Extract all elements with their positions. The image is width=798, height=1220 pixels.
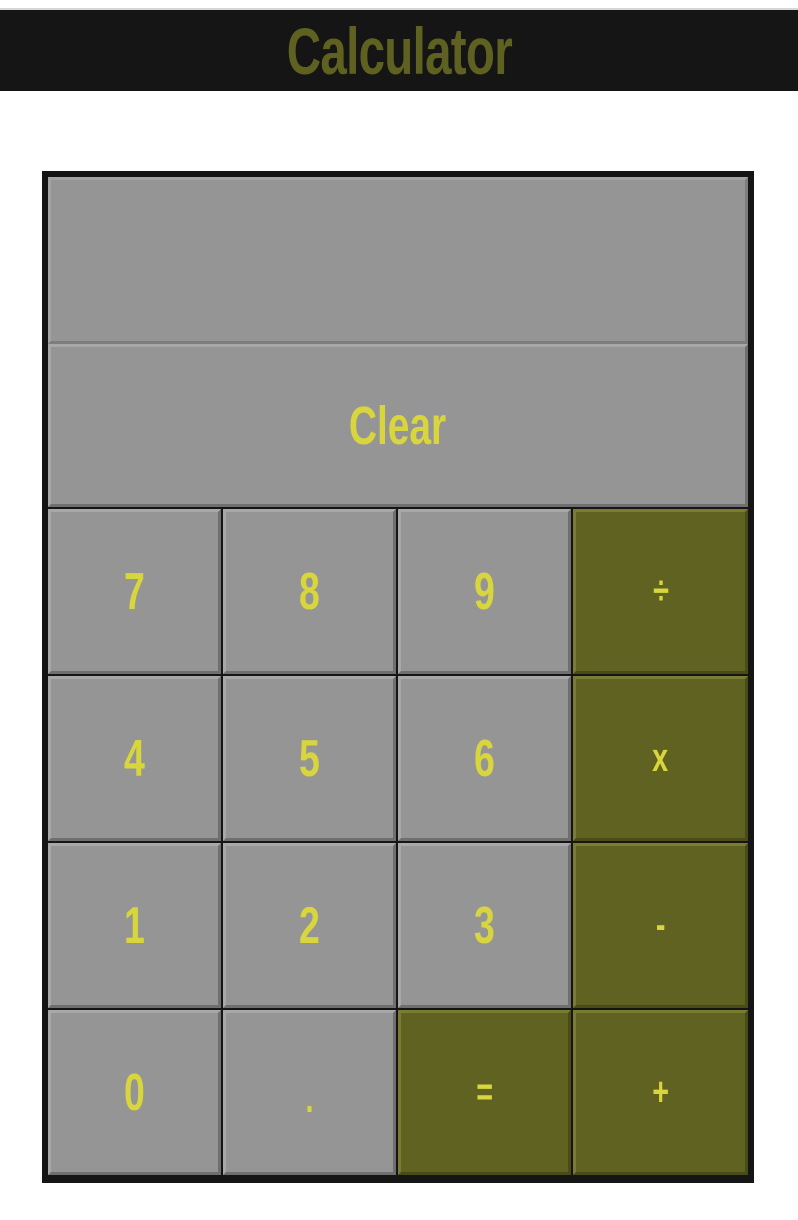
calculator: Clear 7 8 9 ÷ 4 5 6 x 1 2 3 - 0 . = + — [42, 171, 754, 1183]
digit-1-button[interactable]: 1 — [48, 843, 221, 1008]
digit-0-button[interactable]: 0 — [48, 1010, 221, 1175]
digit-4-label: 4 — [124, 729, 145, 788]
digit-8-label: 8 — [299, 562, 320, 621]
add-button[interactable]: + — [573, 1010, 748, 1175]
app-header: Calculator — [0, 8, 798, 91]
digit-6-label: 6 — [474, 729, 495, 788]
digit-2-button[interactable]: 2 — [223, 843, 396, 1008]
digit-4-button[interactable]: 4 — [48, 676, 221, 841]
digit-8-button[interactable]: 8 — [223, 509, 396, 674]
decimal-button[interactable]: . — [223, 1010, 396, 1175]
multiply-label: x — [652, 736, 669, 780]
calculator-display — [48, 177, 748, 344]
digit-0-label: 0 — [124, 1063, 145, 1122]
digit-7-button[interactable]: 7 — [48, 509, 221, 674]
digit-3-button[interactable]: 3 — [398, 843, 571, 1008]
digit-5-button[interactable]: 5 — [223, 676, 396, 841]
divide-label: ÷ — [652, 569, 669, 613]
add-label: + — [652, 1070, 669, 1114]
decimal-label: . — [305, 1077, 314, 1121]
clear-button-label: Clear — [349, 395, 447, 456]
digit-5-label: 5 — [299, 729, 320, 788]
app-title: Calculator — [286, 13, 512, 88]
digit-1-label: 1 — [124, 896, 145, 955]
equals-button[interactable]: = — [398, 1010, 571, 1175]
digit-2-label: 2 — [299, 896, 320, 955]
digit-9-label: 9 — [474, 562, 495, 621]
digit-6-button[interactable]: 6 — [398, 676, 571, 841]
divide-button[interactable]: ÷ — [573, 509, 748, 674]
digit-7-label: 7 — [124, 562, 145, 621]
digit-3-label: 3 — [474, 896, 495, 955]
multiply-button[interactable]: x — [573, 676, 748, 841]
clear-button[interactable]: Clear — [48, 344, 748, 507]
equals-label: = — [476, 1070, 493, 1114]
subtract-button[interactable]: - — [573, 843, 748, 1008]
digit-9-button[interactable]: 9 — [398, 509, 571, 674]
subtract-label: - — [655, 903, 666, 947]
